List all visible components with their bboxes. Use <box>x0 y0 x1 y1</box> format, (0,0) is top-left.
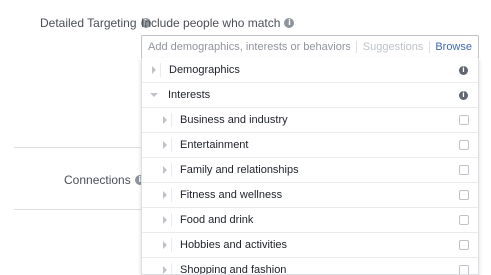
interest-label: Entertainment <box>180 139 249 151</box>
interest-row-family-and-relationships[interactable]: Family and relationships <box>142 158 478 183</box>
browse-button[interactable]: Browse <box>430 41 478 53</box>
suggestions-button[interactable]: Suggestions <box>357 41 430 53</box>
category-label: Demographics <box>169 64 240 76</box>
category-row-demographics[interactable]: Demographics i <box>142 58 478 83</box>
expand-toggle[interactable] <box>159 238 172 252</box>
targeting-search-box: Suggestions Browse <box>141 35 479 59</box>
detailed-targeting-label: Detailed Targeting i <box>40 16 151 30</box>
interest-label: Hobbies and activities <box>180 239 288 251</box>
interest-row-entertainment[interactable]: Entertainment <box>142 133 478 158</box>
browse-dropdown: Demographics i Interests i Business and … <box>141 58 479 275</box>
info-icon[interactable]: i <box>459 65 468 75</box>
interest-row-business-and-industry[interactable]: Business and industry <box>142 108 478 133</box>
detailed-targeting-text: Detailed Targeting <box>40 16 137 30</box>
expand-toggle[interactable] <box>159 113 172 127</box>
interest-label: Shopping and fashion <box>180 264 287 275</box>
expand-toggle[interactable] <box>159 138 172 152</box>
chevron-right-icon <box>163 241 167 249</box>
include-people-label: Include people who match i <box>141 16 295 30</box>
interest-row-hobbies-and-activities[interactable]: Hobbies and activities <box>142 233 478 258</box>
interest-label: Family and relationships <box>180 164 299 176</box>
checkbox-icon[interactable] <box>459 140 469 150</box>
section-divider <box>14 209 142 210</box>
checkbox-icon[interactable] <box>459 215 469 225</box>
collapse-toggle[interactable] <box>148 88 160 102</box>
expand-toggle[interactable] <box>148 63 161 77</box>
section-divider <box>14 147 142 148</box>
checkbox-icon[interactable] <box>459 115 469 125</box>
checkbox-icon[interactable] <box>459 190 469 200</box>
connections-label: Connections i <box>64 173 145 187</box>
chevron-right-icon <box>163 116 167 124</box>
interest-label: Fitness and wellness <box>180 189 283 201</box>
checkbox-icon[interactable] <box>459 165 469 175</box>
chevron-right-icon <box>163 141 167 149</box>
chevron-right-icon <box>163 216 167 224</box>
targeting-search-input[interactable] <box>142 37 356 57</box>
info-icon[interactable]: i <box>284 18 295 28</box>
chevron-right-icon <box>152 66 156 74</box>
category-label: Interests <box>168 89 211 101</box>
chevron-down-icon <box>150 93 158 97</box>
chevron-right-icon <box>163 166 167 174</box>
category-row-interests[interactable]: Interests i <box>142 83 478 108</box>
checkbox-icon[interactable] <box>459 240 469 250</box>
chevron-right-icon <box>163 266 167 274</box>
interest-row-food-and-drink[interactable]: Food and drink <box>142 208 478 233</box>
expand-toggle[interactable] <box>159 188 172 202</box>
chevron-right-icon <box>163 191 167 199</box>
expand-toggle[interactable] <box>159 263 172 274</box>
interest-label: Food and drink <box>180 214 254 226</box>
interest-row-shopping-and-fashion[interactable]: Shopping and fashion <box>142 258 478 275</box>
info-icon[interactable]: i <box>459 90 468 100</box>
include-people-text: Include people who match <box>141 16 281 30</box>
connections-text: Connections <box>64 173 131 187</box>
expand-toggle[interactable] <box>159 163 172 177</box>
expand-toggle[interactable] <box>159 213 172 227</box>
interest-label: Business and industry <box>180 114 288 126</box>
interest-row-fitness-and-wellness[interactable]: Fitness and wellness <box>142 183 478 208</box>
